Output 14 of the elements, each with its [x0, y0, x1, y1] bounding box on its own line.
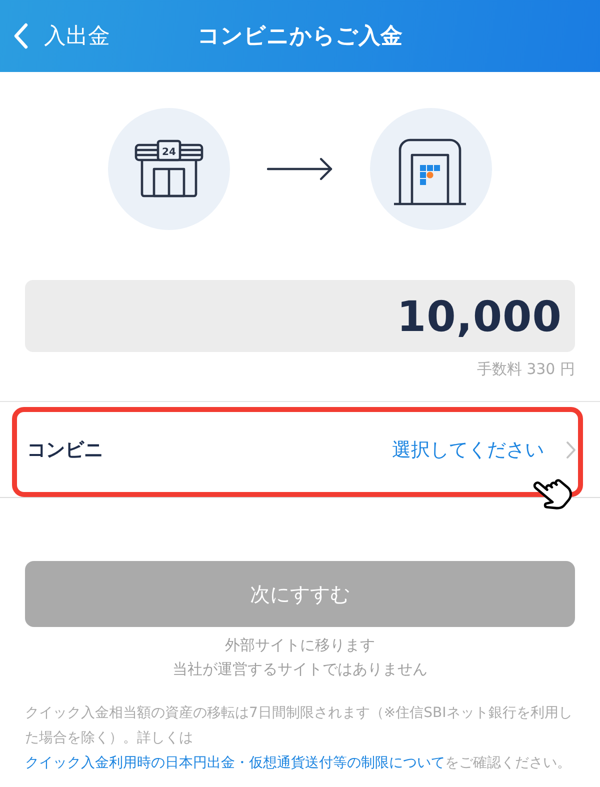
fee-text: 手数料 330 円: [476, 360, 575, 379]
selector-label: コンビニ: [27, 438, 103, 462]
chevron-right-icon: [566, 440, 576, 458]
restriction-details-link[interactable]: クイック入金利用時の日本円出金・仮想通貨送付等の制限について: [25, 755, 445, 771]
screen-title: コンビニからご入金: [198, 23, 402, 51]
disclaimer-text: クイック入金相当額の資産の移転は7日間制限されます（※住信SBIネット銀行を利用した場合を除く）。詳しくは クイック入金利用時の日本円出金・仮想通貨送付等の制限について をご確認ください。: [24, 704, 574, 773]
amount-field[interactable]: 10,000: [25, 280, 575, 352]
selector-value: 選択してください: [392, 438, 544, 462]
right-arrow-icon: [267, 157, 333, 181]
external-site-note: 当社が運営するサイトではありません: [172, 659, 428, 680]
building-with-logo-icon: [394, 138, 466, 206]
external-site-note: 外部サイトに移ります: [225, 635, 375, 656]
back-chevron-icon: [14, 23, 28, 49]
back-button[interactable]: 入出金: [14, 21, 110, 51]
